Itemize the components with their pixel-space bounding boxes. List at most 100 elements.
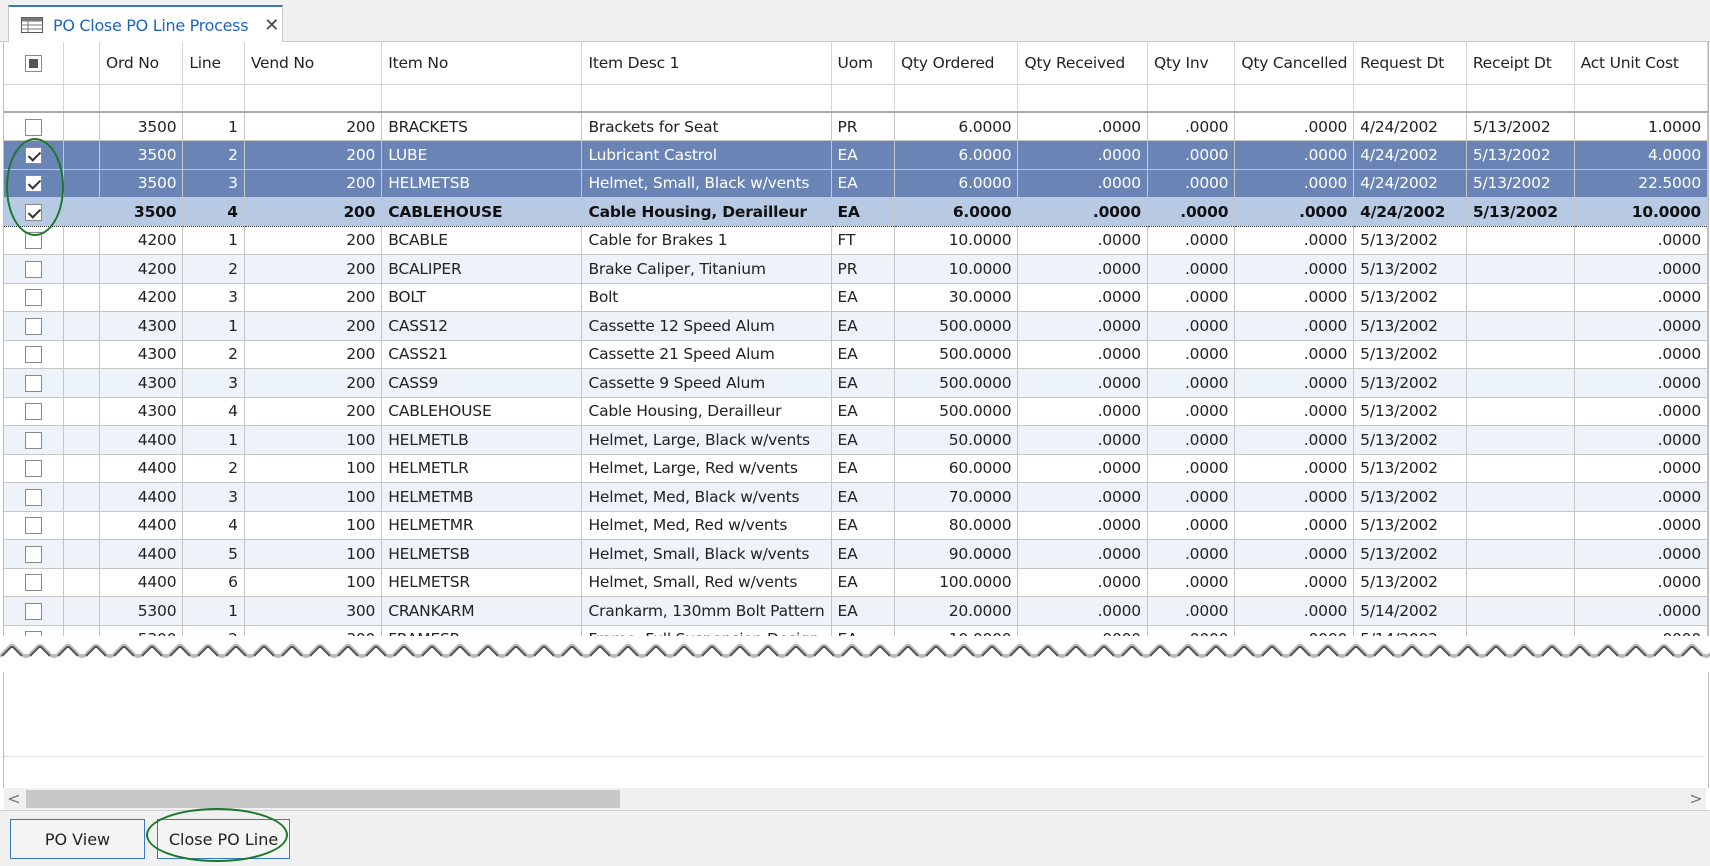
ord-no-cell[interactable]: 4400 xyxy=(99,454,184,483)
item-desc-cell[interactable]: Brake Caliper, Titanium xyxy=(581,254,832,284)
ord-no-cell[interactable]: 4400 xyxy=(99,568,184,597)
qty-inv-cell[interactable]: .0000 xyxy=(1147,140,1236,170)
qty-inv-cell[interactable]: .0000 xyxy=(1147,368,1236,398)
table-row[interactable]: 4200 2 200 BCALIPER Brake Caliper, Titanium P… xyxy=(4,254,1708,284)
qty-inv-cell[interactable]: .0000 xyxy=(1147,568,1236,597)
row-select-cell[interactable] xyxy=(4,596,64,626)
qty-cancelled-cell[interactable]: .0000 xyxy=(1234,482,1355,512)
act-unit-cost-cell[interactable]: .0000 xyxy=(1574,397,1708,426)
request-dt-cell[interactable]: 5/13/2002 xyxy=(1353,539,1467,569)
select-all-checkbox[interactable] xyxy=(24,54,42,72)
request-dt-cell[interactable]: 4/24/2002 xyxy=(1353,197,1467,227)
qty-received-cell[interactable]: .0000 xyxy=(1017,283,1148,312)
request-dt-cell[interactable]: 4/24/2002 xyxy=(1353,112,1467,141)
row-indicator-cell[interactable] xyxy=(63,482,100,512)
filter-cell[interactable] xyxy=(244,84,383,113)
vend-no-cell[interactable]: 200 xyxy=(244,254,383,284)
qty-cancelled-cell[interactable]: .0000 xyxy=(1234,340,1355,369)
request-dt-cell[interactable]: 5/13/2002 xyxy=(1353,226,1467,255)
vend-no-cell[interactable]: 200 xyxy=(244,197,383,227)
filter-cell[interactable] xyxy=(831,84,896,113)
qty-received-cell[interactable]: .0000 xyxy=(1017,254,1148,284)
vend-no-cell[interactable]: 100 xyxy=(244,511,383,540)
table-row[interactable]: 4400 4 100 HELMETMR Helmet, Med, Red w/vents… xyxy=(4,511,1708,540)
request-dt-cell[interactable]: 5/14/2002 xyxy=(1353,596,1467,626)
uom-cell[interactable]: PR xyxy=(831,112,896,141)
filter-cell[interactable] xyxy=(1147,84,1236,113)
receipt-dt-cell[interactable] xyxy=(1466,511,1575,540)
vend-no-cell[interactable]: 100 xyxy=(244,482,383,512)
line-cell[interactable]: 2 xyxy=(182,140,245,170)
row-checkbox[interactable] xyxy=(24,602,42,620)
line-cell[interactable]: 3 xyxy=(182,283,245,312)
qty-received-cell[interactable]: .0000 xyxy=(1017,397,1148,426)
qty-inv-cell[interactable]: .0000 xyxy=(1147,311,1236,341)
qty-ordered-cell[interactable]: 100.0000 xyxy=(894,568,1019,597)
row-select-cell[interactable] xyxy=(4,482,64,512)
filter-cell[interactable] xyxy=(894,84,1019,113)
vend-no-cell[interactable]: 200 xyxy=(244,140,383,170)
qty-cancelled-cell[interactable]: .0000 xyxy=(1234,197,1355,227)
table-row[interactable]: 5300 1 300 CRANKARM Crankarm, 130mm Bolt Pat… xyxy=(4,596,1708,626)
item-desc-cell[interactable]: Crankarm, 130mm Bolt Pattern xyxy=(581,596,832,626)
item-desc-cell[interactable]: Helmet, Med, Black w/vents xyxy=(581,482,832,512)
table-row[interactable]: 3500 4 200 CABLEHOUSE Cable Housing, Deraill… xyxy=(4,197,1708,227)
vend-no-cell[interactable]: 200 xyxy=(244,169,383,198)
ord-no-cell[interactable]: 3500 xyxy=(99,140,184,170)
qty-inv-cell[interactable]: .0000 xyxy=(1147,226,1236,255)
qty-inv-cell[interactable]: .0000 xyxy=(1147,482,1236,512)
qty-ordered-cell[interactable]: 10.0000 xyxy=(894,254,1019,284)
close-icon[interactable]: ✕ xyxy=(264,15,279,36)
qty-ordered-cell[interactable]: 90.0000 xyxy=(894,539,1019,569)
qty-received-cell[interactable]: .0000 xyxy=(1017,112,1148,141)
table-row[interactable]: 4400 2 100 HELMETLR Helmet, Large, Red w/ven… xyxy=(4,454,1708,483)
vend-no-cell[interactable]: 200 xyxy=(244,112,383,141)
vend-no-cell[interactable]: 100 xyxy=(244,568,383,597)
item-no-cell[interactable]: CASS12 xyxy=(381,311,583,341)
qty-ordered-cell[interactable]: 70.0000 xyxy=(894,482,1019,512)
receipt-dt-cell[interactable] xyxy=(1466,568,1575,597)
request-dt-cell[interactable]: 5/13/2002 xyxy=(1353,568,1467,597)
item-no-cell[interactable]: HELMETLR xyxy=(381,454,583,483)
row-indicator-cell[interactable] xyxy=(63,140,100,170)
act-unit-cost-cell[interactable]: .0000 xyxy=(1574,425,1708,455)
ord-no-cell[interactable]: 4200 xyxy=(99,283,184,312)
qty-ordered-cell[interactable]: 6.0000 xyxy=(894,112,1019,141)
qty-received-cell[interactable]: .0000 xyxy=(1017,454,1148,483)
request-dt-cell[interactable]: 5/13/2002 xyxy=(1353,425,1467,455)
row-select-cell[interactable] xyxy=(4,197,64,227)
column-header-receipt-dt[interactable]: Receipt Dt xyxy=(1466,42,1575,85)
qty-inv-cell[interactable]: .0000 xyxy=(1147,397,1236,426)
vend-no-cell[interactable]: 200 xyxy=(244,340,383,369)
receipt-dt-cell[interactable] xyxy=(1466,226,1575,255)
uom-cell[interactable]: FT xyxy=(831,226,896,255)
act-unit-cost-cell[interactable]: .0000 xyxy=(1574,311,1708,341)
act-unit-cost-cell[interactable]: .0000 xyxy=(1574,454,1708,483)
uom-cell[interactable]: EA xyxy=(831,454,896,483)
filter-cell[interactable] xyxy=(1574,84,1708,113)
vend-no-cell[interactable]: 200 xyxy=(244,397,383,426)
table-row[interactable]: 4300 4 200 CABLEHOUSE Cable Housing, Deraill… xyxy=(4,397,1708,426)
qty-ordered-cell[interactable]: 30.0000 xyxy=(894,283,1019,312)
table-row[interactable]: 4400 5 100 HELMETSB Helmet, Small, Black w/v… xyxy=(4,539,1708,569)
column-header-ord-no[interactable]: Ord No xyxy=(99,42,184,85)
filter-cell[interactable] xyxy=(4,84,64,113)
table-row[interactable]: 3500 3 200 HELMETSB Helmet, Small, Black w/v… xyxy=(4,169,1708,198)
item-no-cell[interactable]: BCALIPER xyxy=(381,254,583,284)
item-desc-cell[interactable]: Bolt xyxy=(581,283,832,312)
qty-cancelled-cell[interactable]: .0000 xyxy=(1234,311,1355,341)
item-desc-cell[interactable]: Helmet, Large, Red w/vents xyxy=(581,454,832,483)
table-row[interactable]: 4300 2 200 CASS21 Cassette 21 Speed Alum EA 50… xyxy=(4,340,1708,369)
qty-cancelled-cell[interactable]: .0000 xyxy=(1234,454,1355,483)
request-dt-cell[interactable]: 5/13/2002 xyxy=(1353,283,1467,312)
qty-inv-cell[interactable]: .0000 xyxy=(1147,539,1236,569)
request-dt-cell[interactable]: 5/13/2002 xyxy=(1353,254,1467,284)
act-unit-cost-cell[interactable]: .0000 xyxy=(1574,511,1708,540)
row-indicator-cell[interactable] xyxy=(63,397,100,426)
row-select-cell[interactable] xyxy=(4,397,64,426)
qty-cancelled-cell[interactable]: .0000 xyxy=(1234,283,1355,312)
vend-no-cell[interactable]: 300 xyxy=(244,596,383,626)
uom-cell[interactable]: EA xyxy=(831,169,896,198)
request-dt-cell[interactable]: 5/13/2002 xyxy=(1353,368,1467,398)
request-dt-cell[interactable]: 5/13/2002 xyxy=(1353,340,1467,369)
